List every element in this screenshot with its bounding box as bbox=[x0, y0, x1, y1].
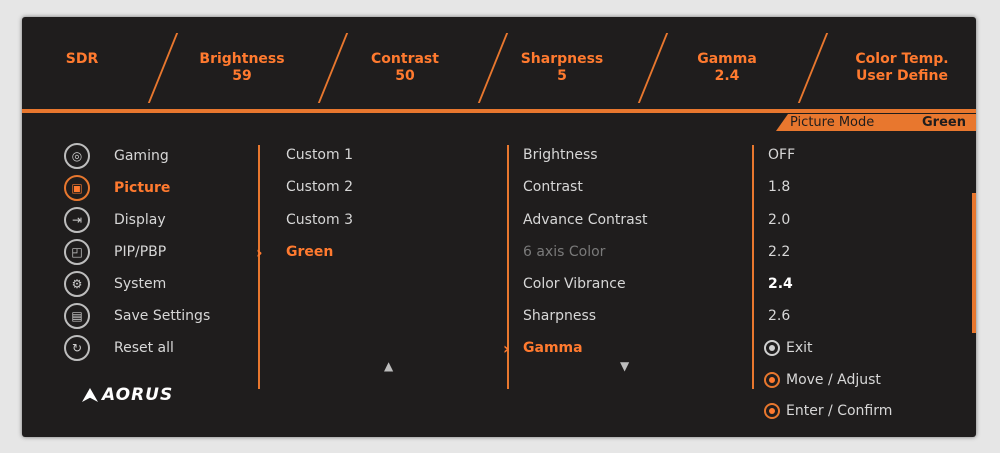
gamma-value-2-6[interactable]: 2.6 bbox=[768, 308, 790, 324]
menu-item-system[interactable]: ⚙ System bbox=[64, 269, 166, 299]
menu-item-display[interactable]: ⇥ Display bbox=[64, 205, 166, 235]
header-divider bbox=[22, 109, 976, 113]
save-icon: ▤ bbox=[64, 303, 90, 329]
right-edge-indicator bbox=[972, 193, 976, 333]
status-gamma: Gamma 2.4 bbox=[697, 51, 757, 84]
reset-icon: ↻ bbox=[64, 335, 90, 361]
status-contrast: Contrast 50 bbox=[371, 51, 439, 84]
gamma-value-off[interactable]: OFF bbox=[768, 147, 795, 163]
column-separator bbox=[258, 145, 260, 389]
gear-icon: ⚙ bbox=[64, 271, 90, 297]
gamma-value-1-8[interactable]: 1.8 bbox=[768, 179, 790, 195]
scroll-up-arrow-icon[interactable]: ▲ bbox=[384, 359, 393, 373]
picture-mode-green[interactable]: Green bbox=[286, 244, 333, 260]
status-separator bbox=[477, 33, 509, 103]
picture-mode-custom-1[interactable]: Custom 1 bbox=[286, 147, 353, 163]
menu-item-reset-all[interactable]: ↻ Reset all bbox=[64, 333, 174, 363]
scroll-down-arrow-icon[interactable]: ▼ bbox=[620, 359, 629, 373]
status-hdr-mode: SDR bbox=[65, 51, 99, 67]
status-sharpness: Sharpness 5 bbox=[520, 51, 604, 84]
option-6-axis-color[interactable]: 6 axis Color bbox=[523, 244, 605, 260]
picture-icon: ▣ bbox=[64, 175, 90, 201]
option-contrast[interactable]: Contrast bbox=[523, 179, 583, 195]
chevron-right-icon: › bbox=[503, 339, 510, 358]
picture-mode-value: Green bbox=[922, 115, 966, 130]
menu-item-save-settings[interactable]: ▤ Save Settings bbox=[64, 301, 210, 331]
hint-move-adjust: Move / Adjust bbox=[764, 372, 881, 388]
osd-menu: SDR Brightness 59 Contrast 50 Sharpness … bbox=[22, 17, 976, 437]
option-advance-contrast[interactable]: Advance Contrast bbox=[523, 212, 648, 228]
gamma-value-2-0[interactable]: 2.0 bbox=[768, 212, 790, 228]
joystick-exit-icon bbox=[764, 340, 780, 356]
option-gamma[interactable]: Gamma bbox=[523, 340, 583, 356]
hint-enter-confirm: Enter / Confirm bbox=[764, 403, 892, 419]
picture-mode-custom-3[interactable]: Custom 3 bbox=[286, 212, 353, 228]
status-color-temp: Color Temp. User Define bbox=[855, 51, 949, 84]
menu-item-picture[interactable]: ▣ Picture bbox=[64, 173, 170, 203]
picture-mode-custom-2[interactable]: Custom 2 bbox=[286, 179, 353, 195]
aorus-eagle-icon bbox=[82, 388, 98, 402]
menu-item-gaming[interactable]: ◎ Gaming bbox=[64, 141, 169, 171]
pip-icon: ◰ bbox=[64, 239, 90, 265]
picture-mode-label: Picture Mode bbox=[790, 115, 875, 130]
display-input-icon: ⇥ bbox=[64, 207, 90, 233]
aorus-logo: AORUS bbox=[82, 385, 173, 405]
option-sharpness[interactable]: Sharpness bbox=[523, 308, 596, 324]
status-brightness: Brightness 59 bbox=[199, 51, 285, 84]
status-separator bbox=[797, 33, 829, 103]
gamepad-icon: ◎ bbox=[64, 143, 90, 169]
joystick-move-icon bbox=[764, 372, 780, 388]
hint-exit: Exit bbox=[764, 340, 813, 356]
chevron-right-icon: › bbox=[256, 243, 263, 262]
status-bar: SDR Brightness 59 Contrast 50 Sharpness … bbox=[22, 17, 976, 109]
joystick-enter-icon bbox=[764, 403, 780, 419]
menu-item-pip-pbp[interactable]: ◰ PIP/PBP bbox=[64, 237, 166, 267]
status-separator bbox=[147, 33, 179, 103]
column-separator bbox=[752, 145, 754, 389]
gamma-value-2-2[interactable]: 2.2 bbox=[768, 244, 790, 260]
status-separator bbox=[637, 33, 669, 103]
gamma-value-2-4[interactable]: 2.4 bbox=[768, 276, 793, 292]
status-separator bbox=[317, 33, 349, 103]
option-color-vibrance[interactable]: Color Vibrance bbox=[523, 276, 626, 292]
option-brightness[interactable]: Brightness bbox=[523, 147, 598, 163]
